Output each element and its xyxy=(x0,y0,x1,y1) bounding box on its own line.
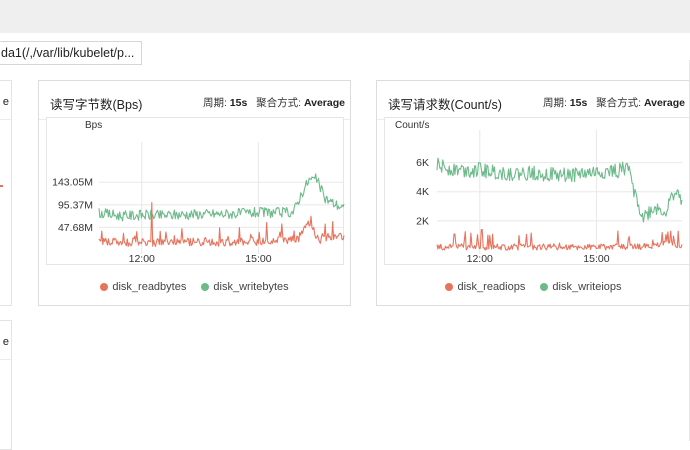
series-line-disk_readbytes xyxy=(98,202,345,247)
y-axis-unit-label: Count/s xyxy=(395,120,429,131)
legend-dot-icon xyxy=(445,283,454,291)
left-cut-card-2-text: e xyxy=(2,336,9,348)
left-cut-card-2-divider xyxy=(0,359,11,360)
x-tick-label: 15:00 xyxy=(583,253,609,264)
bytes-card-meta: 周期: 15s 聚合方式: Average xyxy=(203,95,345,110)
period-value: 15s xyxy=(569,97,588,109)
top-bar xyxy=(0,0,690,33)
aggregation-label: 聚合方式: xyxy=(596,97,642,109)
iops-legend: disk_readiops disk_writeiops xyxy=(377,281,690,293)
aggregation-label: 聚合方式: xyxy=(256,97,302,109)
bytes-chart-card: 读写字节数(Bps) 周期: 15s 聚合方式: Average Bps 47.6… xyxy=(38,80,351,306)
legend-dot-icon xyxy=(540,283,549,291)
left-cut-card-text: e xyxy=(2,96,9,108)
bytes-card-title: 读写字节数(Bps) xyxy=(50,98,143,112)
iops-chart-card: 读写请求数(Count/s) 周期: 15s 聚合方式: Average Cou… xyxy=(376,80,690,306)
left-cut-card-2: e xyxy=(0,320,12,450)
bytes-chart[interactable]: Bps 47.68M 95.37M 143.05M 12:00 15:00 xyxy=(47,118,345,265)
series-line-disk_writebytes xyxy=(98,173,345,222)
legend-dot-icon xyxy=(201,283,210,291)
y-tick-label: 143.05M xyxy=(52,177,93,189)
y-tick-label: 2K xyxy=(416,215,429,227)
legend-item-readiops[interactable]: disk_readiops xyxy=(445,281,525,293)
period-value: 15s xyxy=(229,97,248,109)
iops-card-title: 读写请求数(Count/s) xyxy=(388,98,502,112)
y-tick-label: 4K xyxy=(416,186,429,198)
left-cut-card-mark xyxy=(0,185,3,187)
bytes-card-header: 读写字节数(Bps) 周期: 15s 聚合方式: Average xyxy=(39,81,350,120)
iops-plot-area: Count/s 2K 4K 6K 12:00 15:00 xyxy=(384,117,690,265)
left-cut-card-divider xyxy=(0,119,11,120)
legend-label: disk_readbytes xyxy=(112,281,187,293)
legend-dot-icon xyxy=(100,283,109,291)
y-tick-label: 95.37M xyxy=(58,199,93,211)
x-tick-label: 15:00 xyxy=(245,253,271,264)
legend-item-readbytes[interactable]: disk_readbytes xyxy=(100,281,186,293)
left-cut-card: e xyxy=(0,80,12,306)
series-line-disk_readiops xyxy=(436,229,683,251)
y-tick-label: 47.68M xyxy=(58,222,93,234)
period-label: 周期: xyxy=(542,97,567,109)
mount-filter-input[interactable]: da1(/,/var/lib/kubelet/p... xyxy=(0,41,142,65)
iops-chart[interactable]: Count/s 2K 4K 6K 12:00 15:00 xyxy=(385,118,690,265)
bytes-legend: disk_readbytes disk_writebytes xyxy=(39,281,350,293)
legend-label: disk_writebytes xyxy=(213,281,289,293)
iops-card-header: 读写请求数(Count/s) 周期: 15s 聚合方式: Average xyxy=(377,81,690,120)
legend-label: disk_readiops xyxy=(457,281,526,293)
aggregation-value: Average xyxy=(643,97,685,109)
x-tick-label: 12:00 xyxy=(467,253,493,264)
series-line-disk_writeiops xyxy=(436,157,683,223)
legend-item-writeiops[interactable]: disk_writeiops xyxy=(540,281,622,293)
y-axis-unit-label: Bps xyxy=(85,120,102,131)
x-tick-label: 12:00 xyxy=(129,253,155,264)
period-label: 周期: xyxy=(202,97,227,109)
y-tick-label: 6K xyxy=(416,157,429,169)
legend-label: disk_writeiops xyxy=(552,281,622,293)
iops-card-meta: 周期: 15s 聚合方式: Average xyxy=(543,95,685,110)
aggregation-value: Average xyxy=(303,97,345,109)
bytes-plot-area: Bps 47.68M 95.37M 143.05M 12:00 15:00 xyxy=(46,117,345,265)
legend-item-writebytes[interactable]: disk_writebytes xyxy=(201,281,289,293)
